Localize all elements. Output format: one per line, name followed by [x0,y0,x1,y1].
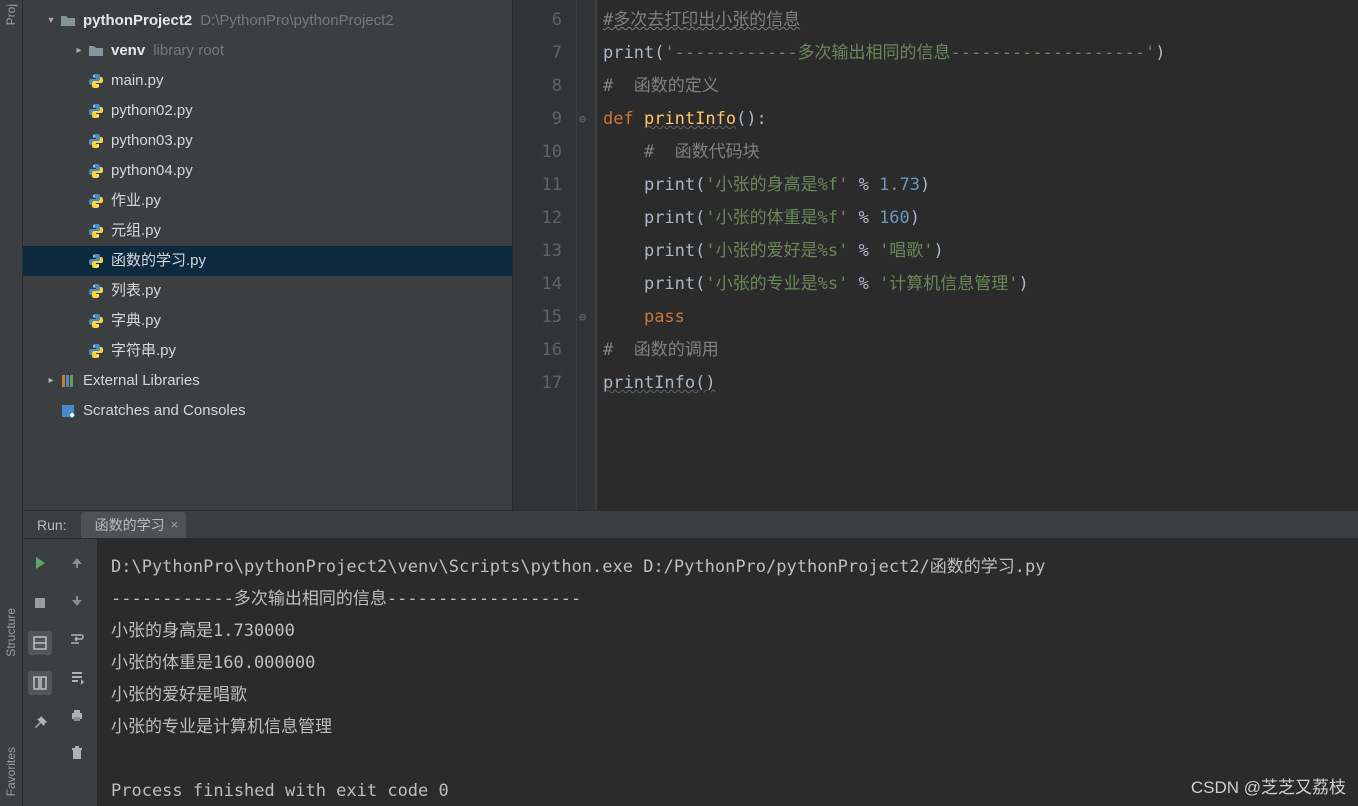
run-tool-window: Run: 函数的学习 × [23,510,1358,806]
editor-code-area[interactable]: #多次去打印出小张的信息print('------------多次输出相同的信息… [595,0,1358,510]
scroll-to-end-button[interactable] [65,665,89,689]
editor-gutter: 67891011121314151617 [513,0,577,510]
tree-venv[interactable]: ▸ venv library root [23,36,512,66]
node-icon [87,252,105,270]
tool-favorites[interactable]: Favorites [4,747,18,796]
node-label: 作业.py [111,186,161,216]
layout-button-2[interactable] [28,671,52,695]
node-icon [87,222,105,240]
watermark: CSDN @芝芝又荔枝 [1191,773,1346,798]
node-icon [87,162,105,180]
node-icon [87,72,105,90]
scratches-icon [59,402,77,420]
run-label: Run: [37,517,67,533]
tree-file[interactable]: 字典.py [23,306,512,336]
run-tab[interactable]: 函数的学习 × [81,512,187,538]
tree-file[interactable]: 列表.py [23,276,512,306]
node-label: 列表.py [111,276,161,306]
node-label: External Libraries [83,366,200,396]
node-label: pythonProject2 [83,6,192,36]
tree-file[interactable]: 作业.py [23,186,512,216]
node-label: main.py [111,66,164,96]
tool-project[interactable]: Proj [4,4,18,25]
left-tool-strip: Proj Structure Favorites [0,0,23,806]
library-icon [59,372,77,390]
node-hint: library root [153,36,224,66]
node-label: 字典.py [111,306,161,336]
node-icon [87,282,105,300]
tree-file[interactable]: 字符串.py [23,336,512,366]
editor-fold-column[interactable]: ⊖⊖ [577,0,595,510]
up-button[interactable] [65,551,89,575]
run-toolbar-primary [23,539,57,806]
node-label: 元组.py [111,216,161,246]
tree-file[interactable]: python04.py [23,156,512,186]
layout-button[interactable] [28,631,52,655]
node-label: venv [111,36,145,66]
stop-button[interactable] [28,591,52,615]
console-output[interactable]: D:\PythonPro\pythonProject2\venv\Scripts… [97,539,1358,806]
node-label: 字符串.py [111,336,176,366]
chevron-icon[interactable]: ▾ [43,6,59,36]
tree-file[interactable]: python02.py [23,96,512,126]
pin-button[interactable] [28,711,52,735]
node-label: 函数的学习.py [111,246,206,276]
fold-marker[interactable]: ⊖ [579,112,586,126]
node-icon [87,102,105,120]
rerun-button[interactable] [28,551,52,575]
node-label: python02.py [111,96,193,126]
node-icon [87,42,105,60]
node-icon [87,192,105,210]
delete-button[interactable] [65,741,89,765]
close-icon[interactable]: × [171,517,179,532]
node-icon [87,342,105,360]
fold-marker[interactable]: ⊖ [579,310,586,324]
print-button[interactable] [65,703,89,727]
node-hint: D:\PythonPro\pythonProject2 [200,6,393,36]
node-icon [87,312,105,330]
run-tab-label: 函数的学习 [95,515,165,535]
tree-file[interactable]: 函数的学习.py [23,246,512,276]
chevron-icon[interactable]: ▸ [71,36,87,66]
tree-file[interactable]: 元组.py [23,216,512,246]
run-toolbar-secondary [57,539,97,806]
node-icon [59,12,77,30]
tree-root[interactable]: ▾ pythonProject2 D:\PythonPro\pythonProjec… [23,6,512,36]
soft-wrap-button[interactable] [65,627,89,651]
project-tree-pane: ▾ pythonProject2 D:\PythonPro\pythonProjec… [23,0,513,510]
tree-scratches[interactable]: Scratches and Consoles [23,396,512,426]
tool-structure[interactable]: Structure [4,608,18,657]
code-editor[interactable]: 67891011121314151617 ⊖⊖ #多次去打印出小张的信息prin… [513,0,1358,510]
node-label: python03.py [111,126,193,156]
tree-external[interactable]: ▸External Libraries [23,366,512,396]
node-icon [87,132,105,150]
tree-file[interactable]: main.py [23,66,512,96]
down-button[interactable] [65,589,89,613]
node-label: python04.py [111,156,193,186]
tree-file[interactable]: python03.py [23,126,512,156]
node-label: Scratches and Consoles [83,396,246,426]
